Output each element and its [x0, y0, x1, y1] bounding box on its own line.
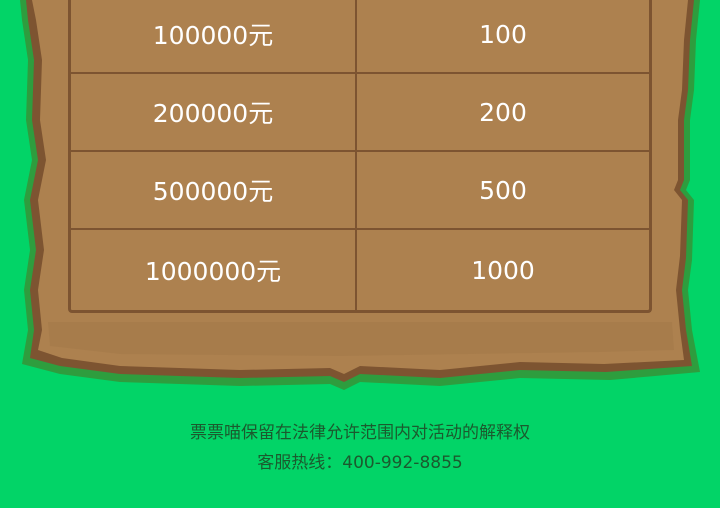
amount-cell: 1000000元: [71, 230, 357, 310]
amount-cell: 100000元: [71, 0, 357, 72]
value-cell: 100: [479, 19, 527, 49]
value-cell: 500: [479, 175, 527, 205]
hotline-text: 客服热线：400-992-8855: [257, 453, 463, 473]
value-cell: 200: [479, 97, 527, 127]
amount-cell: 500000元: [71, 152, 357, 228]
table-row: 200000元 200: [71, 74, 649, 152]
amount-cell: 200000元: [71, 74, 357, 150]
table-row: 500000元 500: [71, 152, 649, 230]
table-row: 1000000元 1000: [71, 230, 649, 310]
reward-table: 100000元 100 200000元 200 500000元 500 1000…: [68, 0, 652, 313]
table-row: 100000元 100: [71, 0, 649, 74]
disclaimer-text: 票票喵保留在法律允许范围内对活动的解释权: [190, 423, 530, 443]
wooden-board: 100000元 100 200000元 200 500000元 500 1000…: [0, 0, 720, 400]
value-cell: 1000: [471, 255, 535, 285]
